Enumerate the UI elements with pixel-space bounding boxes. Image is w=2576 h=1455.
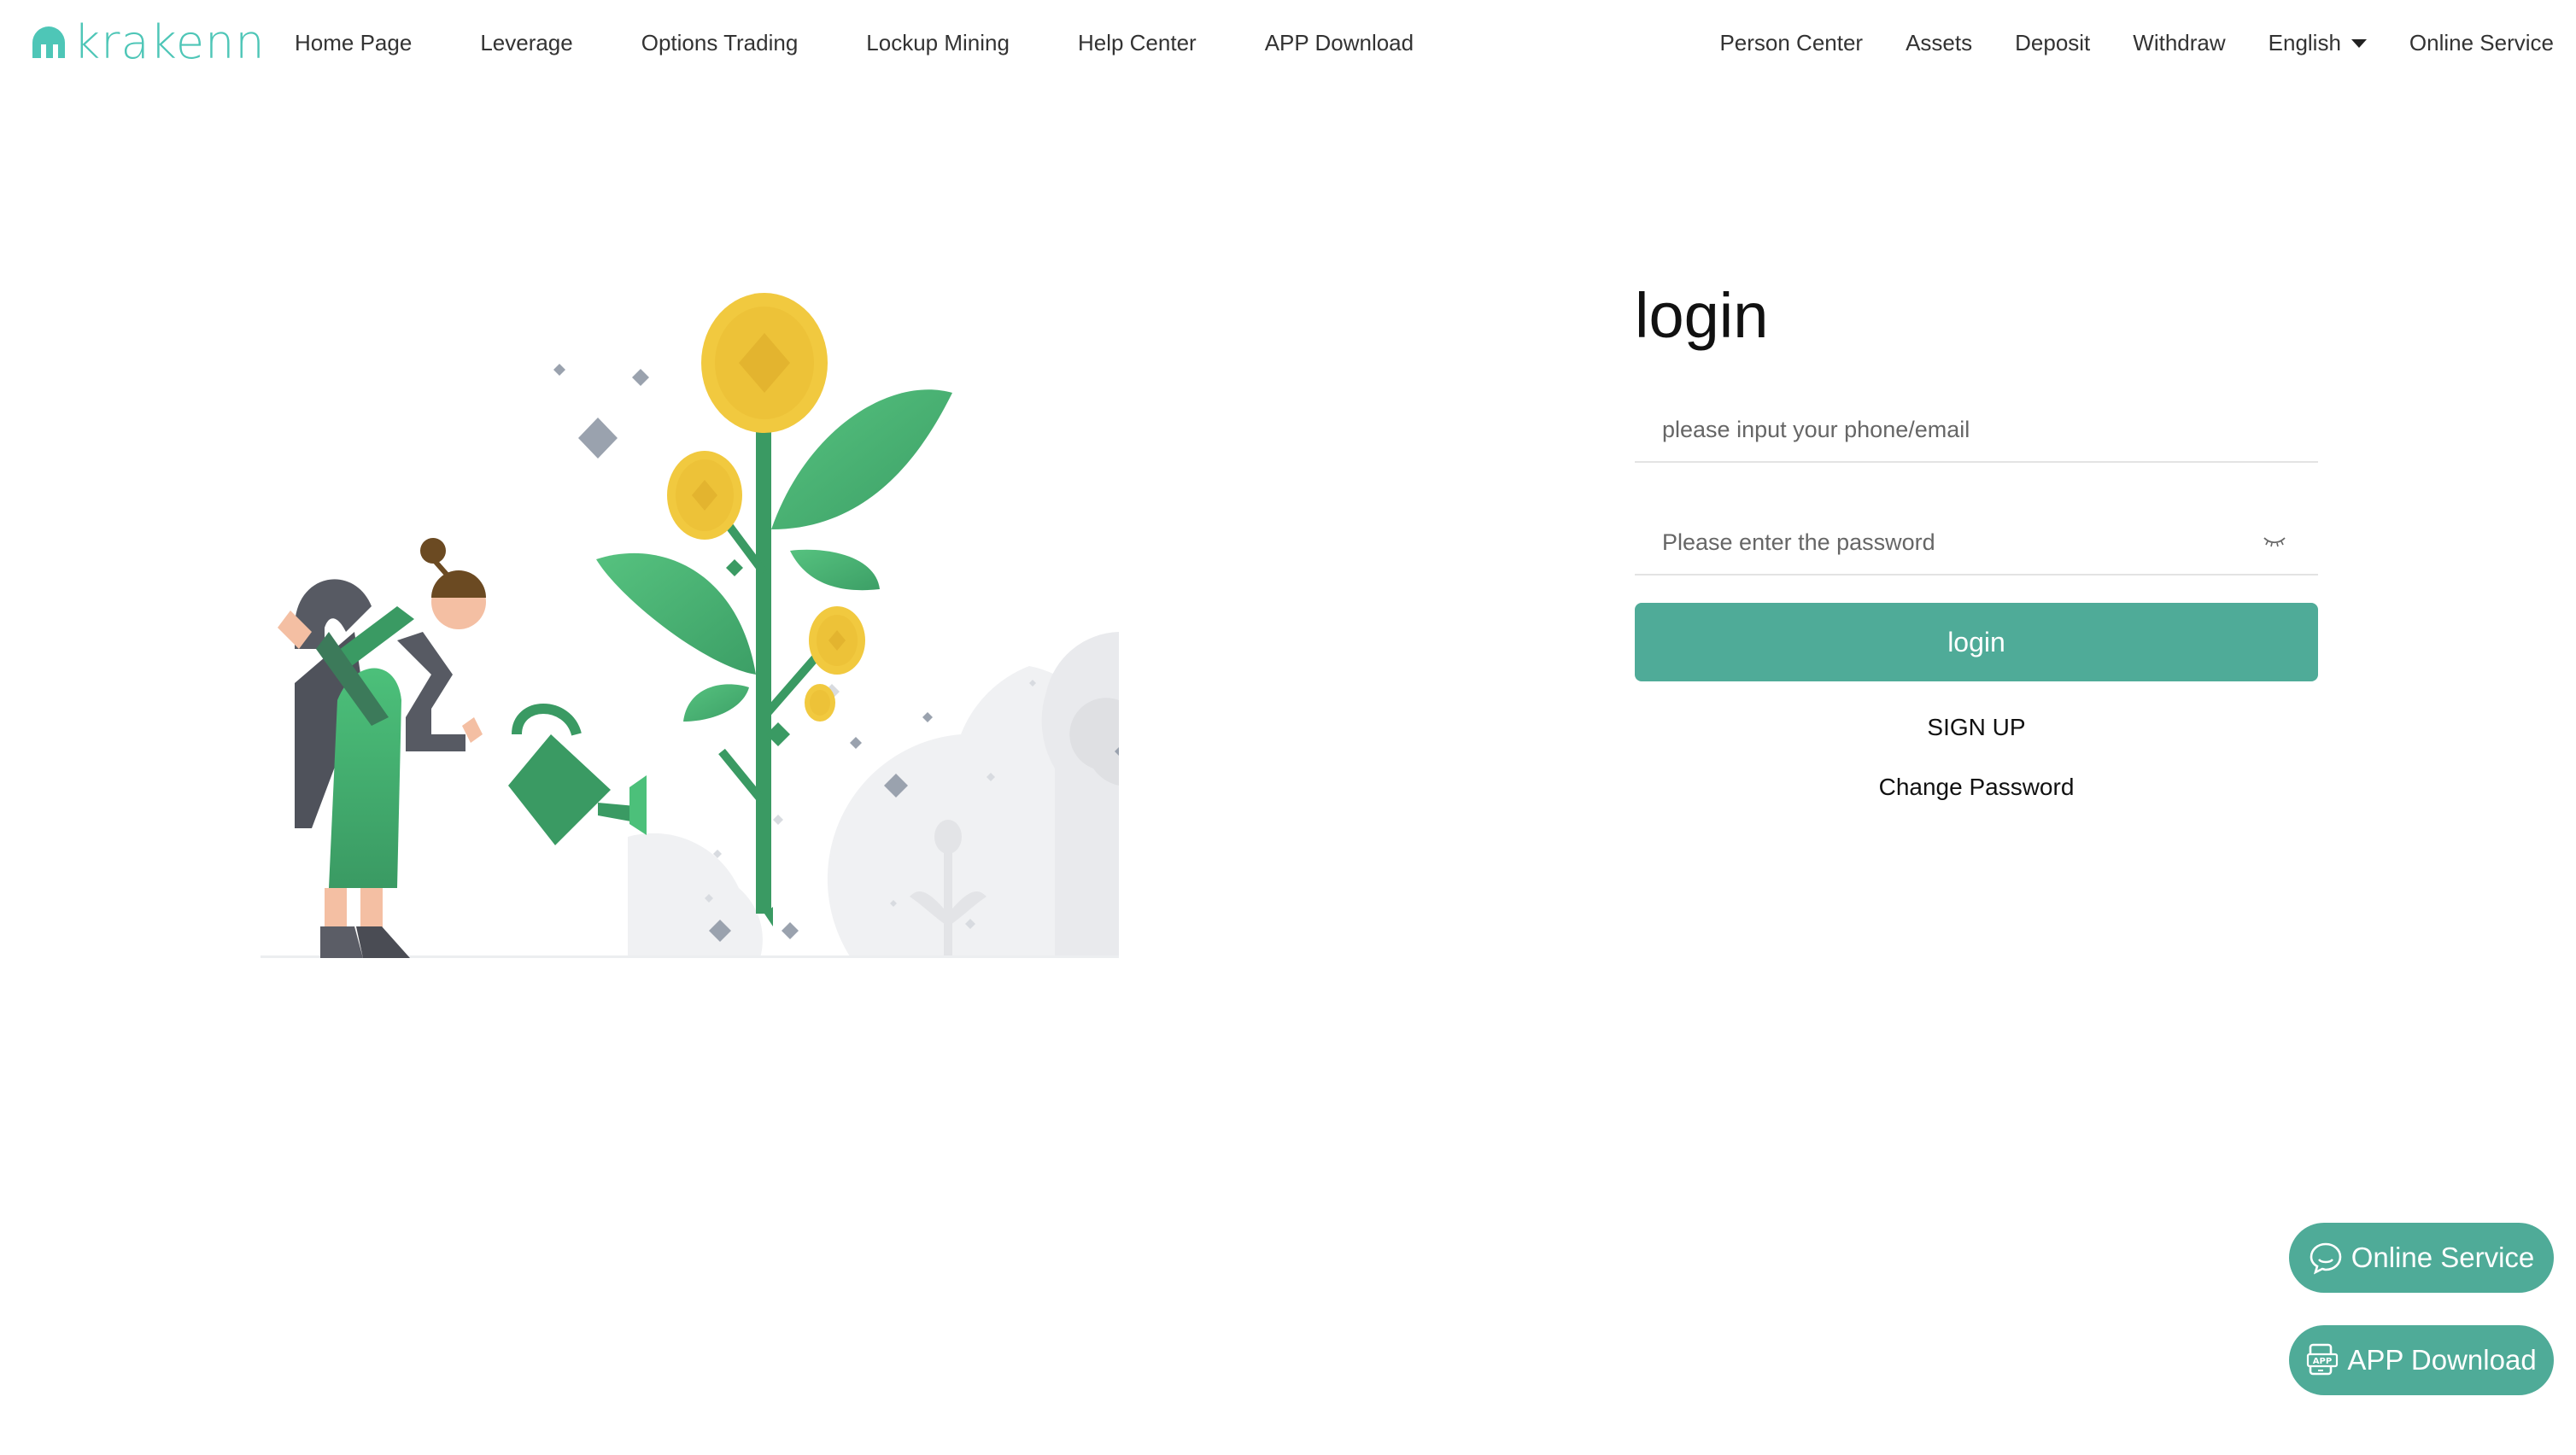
chevron-down-icon xyxy=(2351,39,2367,48)
language-selector[interactable]: English xyxy=(2269,30,2367,56)
nav-app-download[interactable]: APP Download xyxy=(1265,30,1414,56)
logo-icon xyxy=(32,26,65,58)
hero-illustration xyxy=(261,293,1119,958)
account-field xyxy=(1635,400,2318,463)
account-input[interactable] xyxy=(1635,400,2318,459)
nav-assets[interactable]: Assets xyxy=(1906,30,1972,56)
nav-deposit[interactable]: Deposit xyxy=(2015,30,2090,56)
app-download-button[interactable]: APP APP Download xyxy=(2289,1325,2554,1395)
nav-lockup-mining[interactable]: Lockup Mining xyxy=(866,30,1010,56)
nav-leverage[interactable]: Leverage xyxy=(480,30,572,56)
login-title: login xyxy=(1635,280,1769,351)
chat-bubble-icon xyxy=(2310,1242,2341,1275)
logo-text: Krakenn xyxy=(73,15,266,69)
main-nav: Home Page Leverage Options Trading Locku… xyxy=(295,0,1482,85)
top-navigation-bar: Krakenn Home Page Leverage Options Tradi… xyxy=(0,0,2576,85)
language-label: English xyxy=(2268,29,2341,56)
nav-options-trading[interactable]: Options Trading xyxy=(641,30,799,56)
brand-logo[interactable]: Krakenn xyxy=(29,19,266,67)
nav-person-center[interactable]: Person Center xyxy=(1719,30,1863,56)
change-password-link[interactable]: Change Password xyxy=(1635,774,2318,801)
nav-withdraw[interactable]: Withdraw xyxy=(2133,30,2225,56)
signup-link[interactable]: SIGN UP xyxy=(1635,714,2318,741)
online-service-label: Online Service xyxy=(2351,1242,2535,1273)
app-download-label: APP Download xyxy=(2347,1344,2537,1376)
app-download-icon: APP xyxy=(2307,1343,2339,1376)
svg-text:APP: APP xyxy=(2313,1357,2332,1366)
password-input[interactable] xyxy=(1635,512,2318,572)
eye-closed-icon[interactable] xyxy=(2262,531,2287,550)
login-panel: login login SIGN UP Change Password xyxy=(1635,282,2318,801)
password-field xyxy=(1635,512,2318,576)
user-nav: Person Center Assets Deposit Withdraw En… xyxy=(1677,0,2576,85)
nav-help-center[interactable]: Help Center xyxy=(1078,30,1197,56)
nav-online-service[interactable]: Online Service xyxy=(2409,30,2554,56)
login-button[interactable]: login xyxy=(1635,603,2318,681)
online-service-button[interactable]: Online Service xyxy=(2289,1223,2554,1293)
nav-home-page[interactable]: Home Page xyxy=(295,30,412,56)
